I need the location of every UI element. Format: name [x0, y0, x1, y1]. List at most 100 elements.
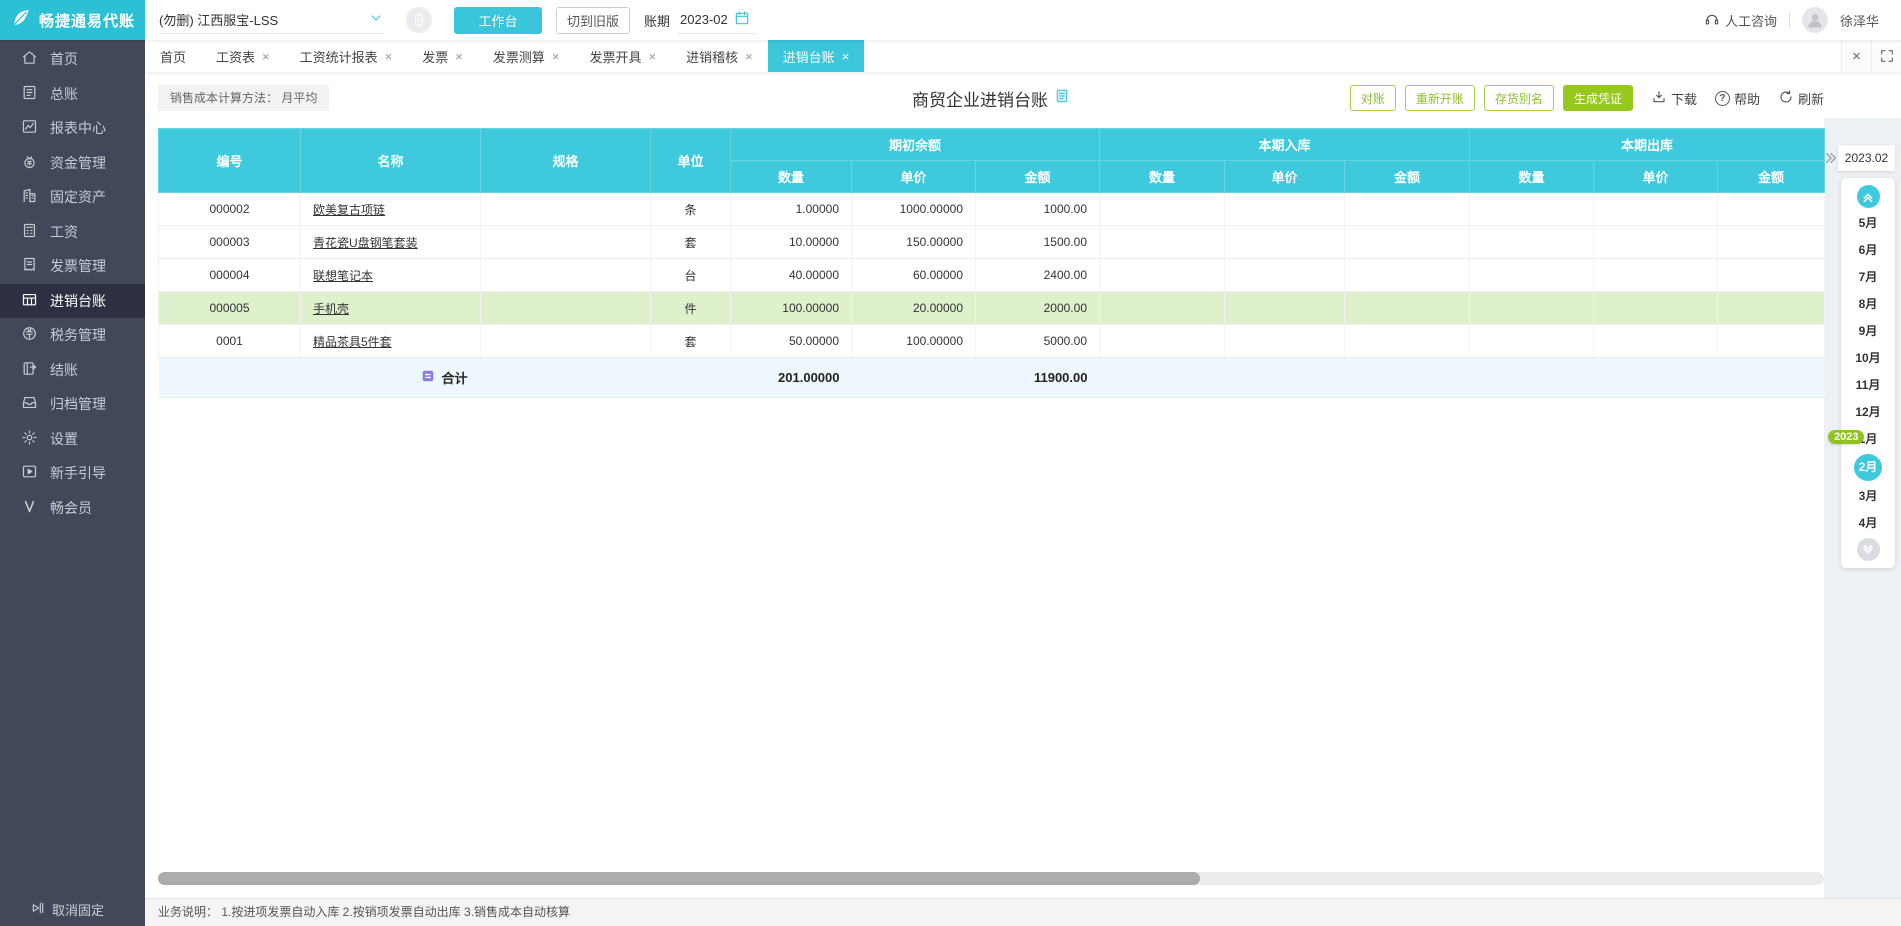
item-name-link[interactable]: 精品茶具5件套	[313, 335, 392, 349]
document-icon[interactable]	[1054, 88, 1070, 109]
month-item-8月[interactable]: 8月	[1854, 292, 1882, 316]
cell-begin-amount: 1000.00	[975, 192, 1100, 226]
cell-in-price	[1224, 324, 1345, 358]
help-button[interactable]: ? 帮助	[1714, 89, 1760, 108]
month-item-10月[interactable]: 10月	[1854, 346, 1882, 370]
funds-icon	[21, 153, 38, 173]
sidebar-item-invoice-mgmt[interactable]: 发票管理	[0, 249, 145, 284]
item-name-link[interactable]: 青花瓷U盘钢笔套装	[313, 236, 418, 250]
help-label: 帮助	[1733, 91, 1760, 107]
rail-collapse-icon[interactable]	[1823, 150, 1839, 171]
sidebar: 首页 总账 报表中心 资金管理 固定资产 工资 发票管理 进销台账 税务管理 结账 归档管理 设置 新手…	[0, 40, 145, 926]
month-item-3月[interactable]: 3月	[1854, 484, 1882, 508]
tab-close-icon[interactable]: ×	[385, 50, 393, 63]
sidebar-item-archive[interactable]: 归档管理	[0, 387, 145, 422]
sidebar-item-report-center[interactable]: 报表中心	[0, 111, 145, 146]
month-item-6月[interactable]: 6月	[1854, 238, 1882, 262]
sidebar-item-funds[interactable]: 资金管理	[0, 146, 145, 181]
sidebar-item-tax-mgmt[interactable]: 税务管理	[0, 318, 145, 353]
item-name-link[interactable]: 手机壳	[313, 302, 349, 316]
sidebar-item-closing[interactable]: 结账	[0, 353, 145, 388]
sidebar-item-general-ledger[interactable]: 总账	[0, 77, 145, 112]
cell-in-amount	[1344, 324, 1470, 358]
cell-out-price	[1593, 258, 1718, 292]
cell-out-amount	[1717, 291, 1825, 325]
sub-header-begin-qty: 数量	[730, 160, 852, 193]
item-name-link[interactable]: 欧美复古项链	[313, 203, 385, 217]
tab-purchase-sale-audit[interactable]: 进销稽核 ×	[671, 40, 768, 72]
cell-begin-price: 60.00000	[851, 258, 976, 292]
company-selector[interactable]: (勿删) 江西服宝-LSS	[159, 6, 384, 34]
tab-invoice-issue[interactable]: 发票开具 ×	[574, 40, 671, 72]
chevron-down-icon	[368, 10, 384, 29]
close-all-tabs-icon[interactable]: ×	[1841, 40, 1871, 72]
months-scroll-up-icon[interactable]	[1856, 185, 1880, 208]
unpin-icon	[30, 900, 46, 919]
sidebar-item-fixed-assets[interactable]: 固定资产	[0, 180, 145, 215]
consult-link[interactable]: 人工咨询	[1704, 11, 1777, 30]
item-name-link[interactable]: 联想笔记本	[313, 269, 373, 283]
refresh-button[interactable]: 刷新	[1778, 89, 1824, 108]
cell-in-price	[1224, 192, 1345, 226]
make-voucher-button[interactable]: 生成凭证	[1562, 85, 1633, 111]
topbar-right: 人工咨询 徐泽华	[1704, 7, 1901, 33]
month-item-5月[interactable]: 5月	[1854, 211, 1882, 235]
tab-close-icon[interactable]: ×	[745, 50, 753, 63]
rail-period-value: 2023.02	[1844, 151, 1889, 165]
month-item-4月[interactable]: 4月	[1854, 511, 1882, 535]
tab-close-icon[interactable]: ×	[552, 50, 560, 63]
sidebar-item-home[interactable]: 首页	[0, 42, 145, 77]
tab-home[interactable]: 首页	[145, 40, 201, 72]
tab-salary-sheet[interactable]: 工资表 ×	[201, 40, 285, 72]
month-item-11月[interactable]: 11月	[1854, 373, 1882, 397]
cell-name: 青花瓷U盘钢笔套装	[300, 225, 481, 259]
cell-in-qty	[1099, 291, 1225, 325]
horizontal-scrollbar-track[interactable]	[158, 872, 1824, 885]
tab-close-icon[interactable]: ×	[262, 50, 270, 63]
sidebar-item-purchase-sale-ledger[interactable]: 进销台账	[0, 283, 145, 318]
tab-close-icon[interactable]: ×	[648, 50, 656, 63]
month-item-7月[interactable]: 7月	[1854, 265, 1882, 289]
period-picker[interactable]: 2023-02	[678, 6, 756, 34]
notepad-icon[interactable]	[406, 7, 432, 33]
col-header-spec: 规格	[480, 128, 651, 193]
avatar[interactable]	[1801, 7, 1828, 33]
sidebar-item-guide[interactable]: 新手引导	[0, 456, 145, 491]
download-button[interactable]: 下载	[1651, 89, 1697, 108]
cell-out-price	[1593, 291, 1718, 325]
months-scroll-down-icon[interactable]	[1856, 538, 1880, 561]
month-item-2月[interactable]: 2月	[1854, 454, 1882, 481]
table-row: 000004 联想笔记本 台 40.00000 60.00000 2400.00	[158, 258, 1825, 292]
fullscreen-icon[interactable]	[1871, 40, 1901, 72]
tab-label: 发票	[422, 49, 449, 65]
sidebar-item-settings[interactable]: 设置	[0, 422, 145, 457]
sidebar-menu: 首页 总账 报表中心 资金管理 固定资产 工资 发票管理 进销台账 税务管理 结账 归档管理 设置 新手…	[0, 40, 145, 525]
switch-old-version-button[interactable]: 切到旧版	[556, 6, 631, 34]
page-title-text: 商贸企业进销台账	[912, 90, 1048, 110]
cell-unit: 件	[650, 291, 731, 325]
month-item-9月[interactable]: 9月	[1854, 319, 1882, 343]
tab-close-icon[interactable]: ×	[842, 50, 850, 63]
tab-close-icon[interactable]: ×	[455, 50, 463, 63]
tab-salary-report[interactable]: 工资统计报表 ×	[285, 40, 408, 72]
reconcile-button[interactable]: 对账	[1349, 85, 1396, 111]
table-total-row: 合计 201.00000 11900.00	[158, 357, 1825, 398]
stock-alias-button[interactable]: 存货别名	[1483, 85, 1554, 111]
group-header-begin: 期初余额	[730, 128, 1100, 161]
sidebar-item-member[interactable]: 畅会员	[0, 491, 145, 526]
workbench-button[interactable]: 工作台	[454, 6, 542, 34]
unpin-button[interactable]: 取消固定	[0, 892, 145, 926]
cell-unit: 套	[650, 225, 731, 259]
horizontal-scrollbar-thumb[interactable]	[158, 872, 1200, 885]
company-selector-value: (勿删) 江西服宝-LSS	[159, 13, 279, 28]
tab-purchase-sale-ledger[interactable]: 进销台账 ×	[767, 40, 865, 72]
toolbar-buttons: 对账 重新开账 存货别名 生成凭证 下载 ? 帮助 刷新	[1349, 85, 1824, 111]
tab-invoice-calc[interactable]: 发票测算 ×	[478, 40, 575, 72]
reopen-button[interactable]: 重新开账	[1404, 85, 1475, 111]
month-item-12月[interactable]: 12月	[1854, 400, 1882, 424]
table-row: 0001 精品茶具5件套 套 50.00000 100.00000 5000.00	[158, 324, 1825, 358]
sidebar-item-salary[interactable]: 工资	[0, 215, 145, 250]
tab-invoice[interactable]: 发票 ×	[407, 40, 478, 72]
table-row: 000005 手机壳 件 100.00000 20.00000 2000.00	[158, 291, 1825, 325]
cell-in-qty	[1099, 324, 1225, 358]
